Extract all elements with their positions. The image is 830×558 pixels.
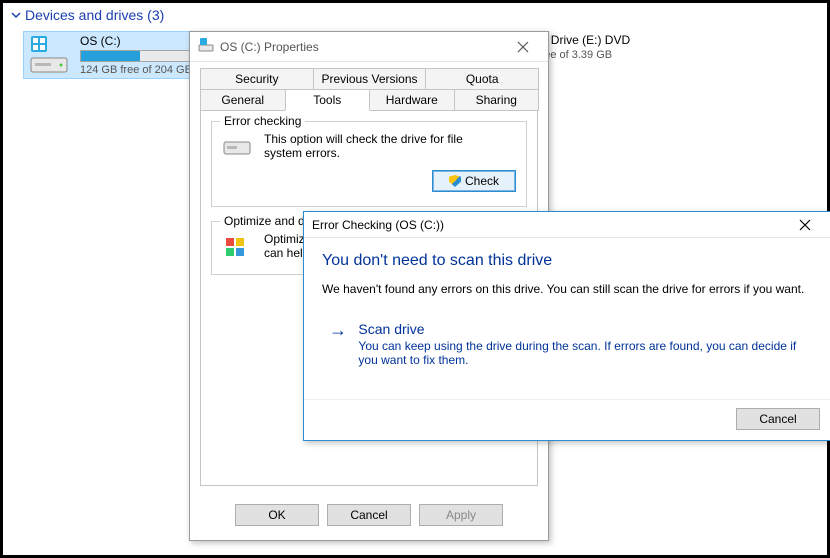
hdd-check-icon <box>222 132 254 160</box>
close-icon[interactable] <box>506 36 540 58</box>
devices-section-header[interactable]: Devices and drives (3) <box>3 3 827 25</box>
error-checking-titlebar[interactable]: Error Checking (OS (C:)) <box>304 212 830 238</box>
properties-footer: OK Cancel Apply <box>190 494 548 540</box>
error-checking-cancel-button[interactable]: Cancel <box>736 408 820 430</box>
tab-tools[interactable]: Tools <box>285 89 371 111</box>
group-text: This option will check the drive for fil… <box>264 132 464 160</box>
chevron-down-icon <box>11 10 21 20</box>
scan-drive-desc: You can keep using the drive during the … <box>358 339 805 367</box>
ok-button[interactable]: OK <box>235 504 319 526</box>
check-button[interactable]: Check <box>432 170 516 192</box>
hdd-icon <box>28 34 70 76</box>
shield-icon <box>449 175 461 187</box>
arrow-right-icon: → <box>329 321 348 367</box>
properties-titlebar[interactable]: OS (C:) Properties <box>190 32 548 62</box>
properties-title: OS (C:) Properties <box>220 40 319 54</box>
tab-security[interactable]: Security <box>200 68 314 89</box>
scan-drive-action[interactable]: → Scan drive You can keep using the driv… <box>322 312 812 376</box>
error-checking-dialog: Error Checking (OS (C:)) You don't need … <box>303 211 830 441</box>
error-checking-message: We haven't found any errors on this driv… <box>322 282 812 296</box>
group-legend: Error checking <box>220 114 305 128</box>
close-icon[interactable] <box>788 214 822 236</box>
properties-tabs: Security Previous Versions Quota General… <box>190 62 548 111</box>
drive-small-icon <box>198 37 214 56</box>
apply-button: Apply <box>419 504 503 526</box>
error-checking-title: Error Checking (OS (C:)) <box>312 218 444 232</box>
defrag-icon <box>222 232 254 260</box>
tab-general[interactable]: General <box>200 89 286 111</box>
check-button-label: Check <box>465 174 499 188</box>
tab-previous-versions[interactable]: Previous Versions <box>313 68 427 89</box>
tab-quota[interactable]: Quota <box>425 68 539 89</box>
error-checking-heading: You don't need to scan this drive <box>322 252 812 270</box>
scan-drive-title: Scan drive <box>358 321 805 337</box>
devices-section-title: Devices and drives (3) <box>25 7 164 23</box>
group-error-checking: Error checking This option will check th… <box>211 121 527 207</box>
cancel-button[interactable]: Cancel <box>327 504 411 526</box>
tab-sharing[interactable]: Sharing <box>454 89 540 111</box>
tab-hardware[interactable]: Hardware <box>369 89 455 111</box>
